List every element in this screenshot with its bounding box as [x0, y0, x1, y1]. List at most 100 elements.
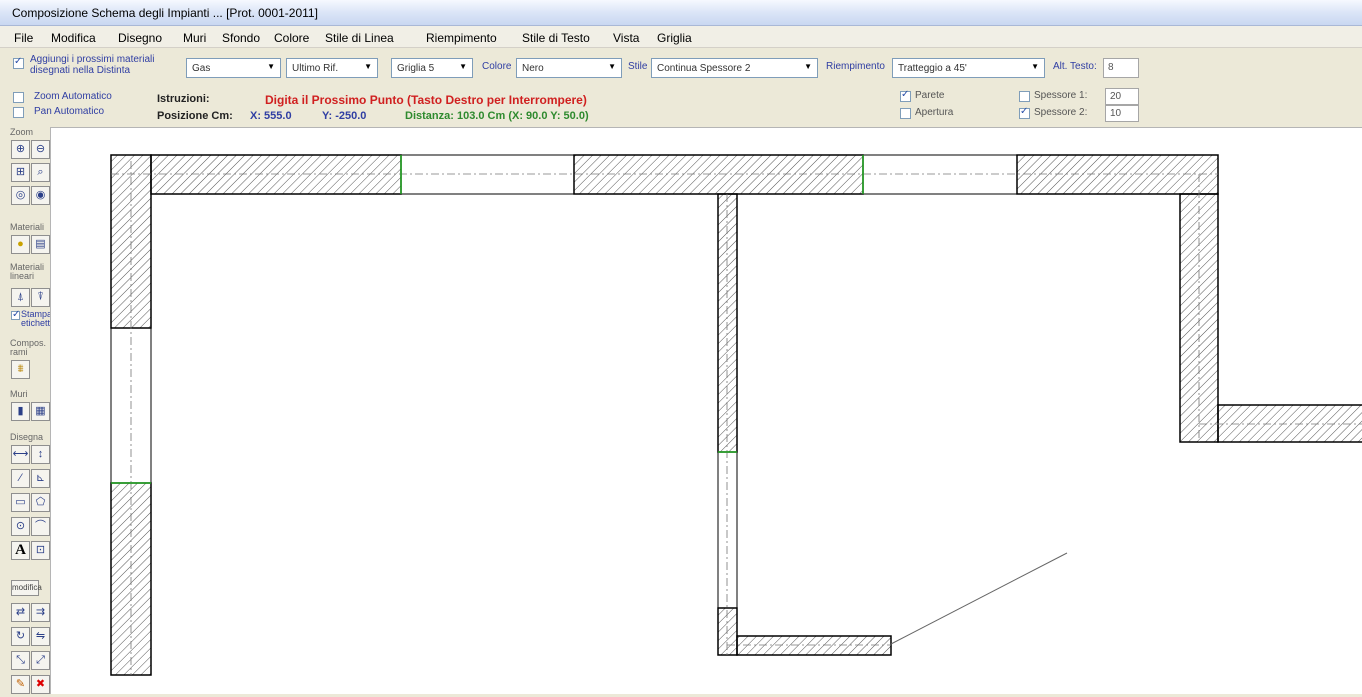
thickness2-label: Spessore 2:: [1034, 107, 1088, 118]
position-y: Y: -250.0: [322, 110, 367, 122]
menu-bar: File Modifica Disegno Muri Sfondo Colore…: [0, 26, 1362, 48]
material-select[interactable]: Gas ▼: [186, 58, 281, 78]
toolbar-main: Aggiungi i prossimi materiali disegnati …: [0, 49, 1362, 87]
modify-button[interactable]: modifica: [11, 580, 42, 596]
wall-bottom-corner: [717, 607, 738, 656]
position-x: X: 555.0: [250, 110, 292, 122]
opening-label: Apertura: [915, 107, 954, 118]
wall-checkbox[interactable]: [900, 89, 911, 102]
thickness1-checkbox[interactable]: [1019, 91, 1030, 102]
drawing-canvas[interactable]: [50, 127, 1362, 694]
zoom-extents-icon[interactable]: ⊞: [11, 163, 30, 182]
draw-section-label: Disegna: [10, 432, 44, 442]
modify-mirror-icon[interactable]: ⇋: [31, 627, 50, 646]
linear-material-edit-icon[interactable]: ⍒: [31, 288, 50, 307]
menu-vista[interactable]: Vista: [613, 31, 639, 45]
wall-grid-icon[interactable]: ▦: [31, 402, 50, 421]
grid-select-value: Griglia 5: [397, 63, 435, 74]
menu-modifica[interactable]: Modifica: [51, 31, 96, 45]
color-label: Colore: [482, 61, 512, 72]
delete-icon[interactable]: ✖: [31, 675, 50, 694]
zoom-out-icon[interactable]: ⊖: [31, 140, 50, 159]
wall-vertical-icon[interactable]: ▮: [11, 402, 30, 421]
menu-stile-di-testo[interactable]: Stile di Testo: [522, 31, 590, 45]
walls-section-label: Muri: [10, 389, 28, 399]
opening-top-right: [862, 154, 1018, 195]
title-bar: Composizione Schema degli Impianti ... […: [0, 0, 1362, 26]
menu-riempimento[interactable]: Riempimento: [426, 31, 497, 45]
thickness2-checkbox[interactable]: [1019, 106, 1030, 119]
polyline-icon[interactable]: ⊾: [31, 469, 50, 488]
arc-icon[interactable]: ⌒: [31, 517, 50, 536]
horizontal-line-icon[interactable]: ⟷: [11, 445, 30, 464]
window-title: Composizione Schema degli Impianti ... […: [12, 6, 318, 20]
modify-rotate-icon[interactable]: ↻: [11, 627, 30, 646]
menu-colore[interactable]: Colore: [274, 31, 309, 45]
chevron-down-icon: ▼: [804, 62, 812, 71]
print-label-checkbox[interactable]: [11, 309, 20, 320]
circle-icon[interactable]: ⊙: [11, 517, 30, 536]
color-select[interactable]: Nero ▼: [516, 58, 622, 78]
last-ref-select[interactable]: Ultimo Rif. ▼: [286, 58, 378, 78]
instructions-text: Digita il Prossimo Punto (Tasto Destro p…: [265, 93, 587, 107]
menu-sfondo[interactable]: Sfondo: [222, 31, 260, 45]
fill-label: Riempimento: [826, 61, 885, 72]
wall-top-right: [1016, 154, 1219, 195]
toolbar-options: Zoom Automatico Pan Automatico Istruzion…: [0, 87, 1362, 125]
opening-checkbox[interactable]: [900, 108, 911, 119]
polygon-icon[interactable]: ⬠: [31, 493, 50, 512]
text-frame-icon[interactable]: ⊡: [31, 541, 50, 560]
eraser-icon[interactable]: ✎: [11, 675, 30, 694]
zoom-window-icon[interactable]: ⌕: [31, 163, 50, 182]
modify-move-icon[interactable]: ⇄: [11, 603, 30, 622]
linear-material-icon[interactable]: ⍋: [11, 288, 30, 307]
menu-muri[interactable]: Muri: [183, 31, 206, 45]
material-point-icon[interactable]: ●: [11, 235, 30, 254]
position-label: Posizione Cm:: [157, 110, 233, 122]
style-select-value: Continua Spessore 2: [657, 63, 751, 74]
color-select-value: Nero: [522, 63, 544, 74]
diagonal-line-icon[interactable]: ⁄: [11, 469, 30, 488]
menu-disegno[interactable]: Disegno: [118, 31, 162, 45]
distance-text: Distanza: 103.0 Cm (X: 90.0 Y: 50.0): [405, 110, 589, 122]
style-select[interactable]: Continua Spessore 2 ▼: [651, 58, 818, 78]
menu-stile-di-linea[interactable]: Stile di Linea: [325, 31, 394, 45]
grid-select[interactable]: Griglia 5 ▼: [391, 58, 473, 78]
opening-top-left: [400, 154, 575, 195]
chevron-down-icon: ▼: [267, 62, 275, 71]
add-materials-checkbox[interactable]: [13, 56, 24, 69]
branches-tree-icon[interactable]: ⩩: [11, 360, 30, 379]
zoom-auto-label: Zoom Automatico: [34, 91, 112, 102]
thickness1-input[interactable]: 20: [1105, 88, 1139, 105]
modify-copy-icon[interactable]: ⇉: [31, 603, 50, 622]
thickness1-value: 20: [1110, 91, 1122, 102]
zoom-realtime-icon[interactable]: ◉: [31, 186, 50, 205]
zoom-in-icon[interactable]: ⊕: [11, 140, 30, 159]
zoom-auto-checkbox[interactable]: [13, 92, 24, 103]
print-label-label: Stampa etichetta: [21, 309, 56, 328]
text-height-input[interactable]: 8: [1103, 58, 1139, 78]
rectangle-icon[interactable]: ▭: [11, 493, 30, 512]
menu-file[interactable]: File: [14, 31, 33, 45]
fill-select-value: Tratteggio a 45': [898, 63, 967, 74]
modify-scale-icon[interactable]: ⤡: [11, 651, 30, 670]
style-label: Stile: [628, 61, 648, 72]
pan-auto-label: Pan Automatico: [34, 106, 105, 117]
wall-label: Parete: [915, 90, 945, 101]
pan-auto-checkbox[interactable]: [13, 107, 24, 118]
material-list-icon[interactable]: ▤: [31, 235, 50, 254]
menu-griglia[interactable]: Griglia: [657, 31, 692, 45]
thickness1-label: Spessore 1:: [1034, 90, 1088, 101]
wall-right-horizontal: [1217, 404, 1362, 443]
thickness2-input[interactable]: 10: [1105, 105, 1139, 122]
text-tool-icon[interactable]: A: [11, 541, 30, 560]
wall-bottom-horizontal: [736, 635, 892, 656]
zoom-previous-icon[interactable]: ◎: [11, 186, 30, 205]
vertical-line-icon[interactable]: ↕: [31, 445, 50, 464]
chevron-down-icon: ▼: [1031, 62, 1039, 71]
fill-select[interactable]: Tratteggio a 45' ▼: [892, 58, 1045, 78]
rubber-band-line: [890, 552, 1068, 645]
modify-stretch-icon[interactable]: ⤢: [31, 651, 50, 670]
tool-sidebar: Zoom ⊕ ⊖ ⊞ ⌕ ◎ ◉ Materiali ● ▤ Materiali…: [0, 125, 56, 694]
chevron-down-icon: ▼: [459, 62, 467, 71]
